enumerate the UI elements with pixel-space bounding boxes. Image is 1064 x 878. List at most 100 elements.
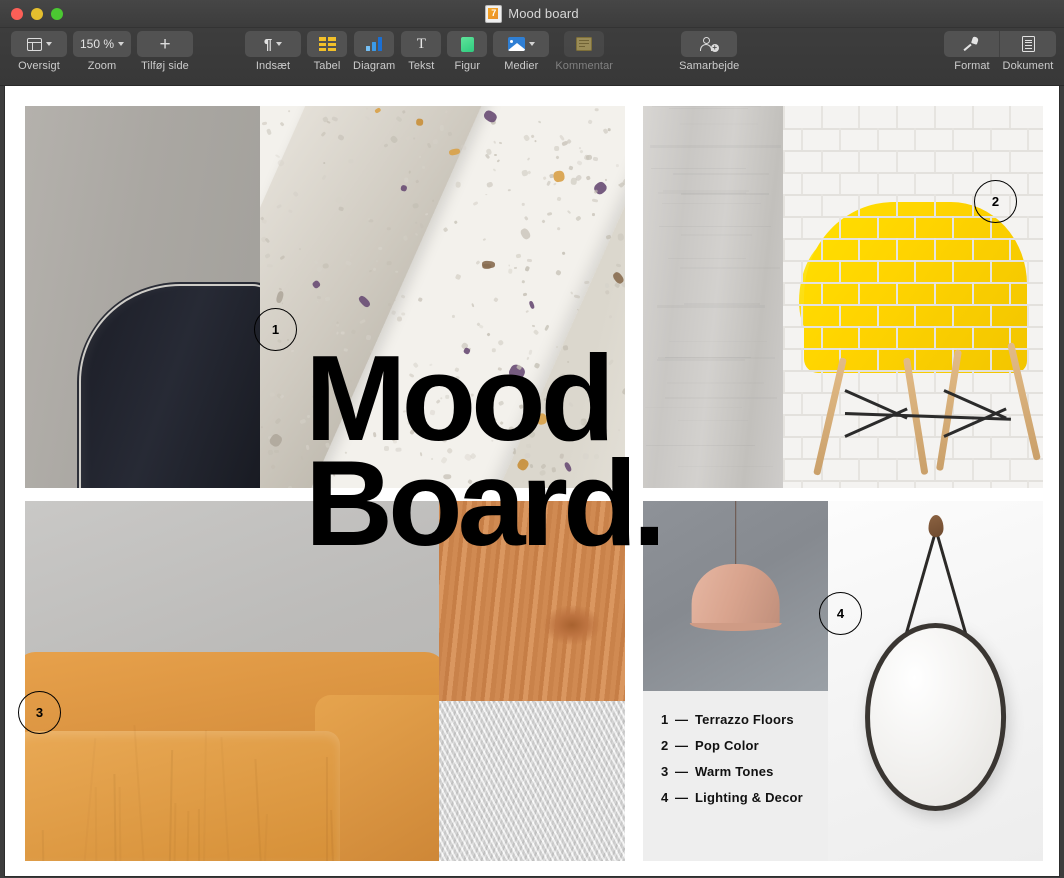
toolbar-group-right: Format Dokument (944, 31, 1056, 72)
mood-board-grid: 1 — Terrazzo Floors 2 — Pop Color 3 — (25, 106, 1043, 861)
toolbar-item-dokument[interactable]: Dokument (1000, 31, 1056, 72)
legend-dash: — (675, 739, 695, 752)
toolbar-item-diagram[interactable]: Diagram (353, 31, 395, 72)
legend-dash: — (675, 713, 695, 726)
image-yellow-chair-brick[interactable] (783, 106, 1043, 488)
image-grey-fur[interactable] (439, 701, 625, 861)
chart-button[interactable] (354, 31, 394, 57)
lamp-artwork (643, 501, 828, 691)
toolbar-item-figur[interactable]: Figur (447, 31, 487, 72)
image-concrete-wall-strip[interactable] (643, 106, 783, 488)
canvas-area[interactable]: 1 — Terrazzo Floors 2 — Pop Color 3 — (0, 86, 1064, 878)
table-button[interactable] (307, 31, 347, 57)
app-window: Mood board Oversigt 150 % Zoom (0, 0, 1064, 878)
media-button[interactable] (493, 31, 549, 57)
toolbar-item-tekst[interactable]: T Tekst (401, 31, 441, 72)
sofa-cushion-shape (25, 731, 340, 861)
badge-1[interactable]: 1 (254, 308, 297, 351)
dark-chair-artwork (25, 106, 260, 488)
legend-number: 1 (661, 713, 675, 726)
wood-artwork (439, 501, 625, 701)
toolbar-item-zoom[interactable]: 150 % Zoom (73, 31, 131, 72)
image-terrazzo-slab[interactable] (260, 106, 625, 488)
text-button[interactable]: T (401, 31, 441, 57)
insert-button[interactable]: ¶ (245, 31, 301, 57)
legend-dash: — (675, 791, 695, 804)
legend-number: 4 (661, 791, 675, 804)
toolbar-label-tilfoej-side: Tilføj side (141, 60, 189, 72)
sofa-artwork (25, 501, 439, 861)
image-tan-leather-sofa[interactable] (25, 501, 439, 861)
legend-panel[interactable]: 1 — Terrazzo Floors 2 — Pop Color 3 — (643, 691, 828, 861)
chevron-down-icon (118, 42, 124, 46)
legend-row: 3 — Warm Tones (661, 765, 828, 778)
toolbar-item-samarbejde[interactable]: + Samarbejde (679, 31, 739, 72)
toolbar-label-zoom: Zoom (88, 60, 117, 72)
legend-row: 1 — Terrazzo Floors (661, 713, 828, 726)
toolbar-label-medier: Medier (504, 60, 538, 72)
legend-label: Lighting & Decor (695, 791, 803, 804)
toolbar-label-dokument: Dokument (1003, 60, 1054, 72)
close-button[interactable] (11, 8, 23, 20)
bar-chart-icon (366, 37, 383, 51)
table-icon (319, 37, 336, 51)
legend-label: Terrazzo Floors (695, 713, 794, 726)
collaborate-button[interactable]: + (681, 31, 737, 57)
pilcrow-icon: ¶ (264, 37, 272, 52)
window-title-group: Mood board (0, 0, 1064, 27)
title-bar: Mood board (0, 0, 1064, 28)
lamp-shade-shape (691, 564, 780, 629)
chevron-down-icon (46, 42, 52, 46)
format-brush-icon (964, 36, 980, 52)
view-button[interactable] (11, 31, 67, 57)
text-t-icon: T (417, 37, 426, 52)
legend-label: Pop Color (695, 739, 759, 752)
plus-icon: + (159, 35, 170, 54)
lamp-cord-shape (735, 501, 737, 566)
toolbar-group-left: Oversigt 150 % Zoom + Tilføj side (8, 31, 196, 72)
comment-note-icon (576, 37, 592, 51)
image-wood-grain[interactable] (439, 501, 625, 701)
comment-button (564, 31, 604, 57)
legend-row: 2 — Pop Color (661, 739, 828, 752)
wood-knot-shape (543, 605, 601, 645)
chevron-down-icon (276, 42, 282, 46)
legend-list: 1 — Terrazzo Floors 2 — Pop Color 3 — (643, 691, 828, 804)
minimize-button[interactable] (31, 8, 43, 20)
document-page[interactable]: 1 — Terrazzo Floors 2 — Pop Color 3 — (5, 86, 1059, 876)
legend-number: 2 (661, 739, 675, 752)
toolbar-item-tilfoej-side[interactable]: + Tilføj side (137, 31, 193, 72)
toolbar-item-indsaet[interactable]: ¶ Indsæt (245, 31, 301, 72)
media-photo-icon (508, 37, 525, 51)
add-page-button[interactable]: + (137, 31, 193, 57)
zoom-button[interactable] (51, 8, 63, 20)
badge-3[interactable]: 3 (18, 691, 61, 734)
toolbar-label-kommentar: Kommentar (555, 60, 613, 72)
concrete-artwork (643, 106, 783, 488)
legend-dash: — (675, 765, 695, 778)
chevron-down-icon (529, 42, 535, 46)
toolbar-label-indsaet: Indsæt (256, 60, 290, 72)
toolbar-item-format[interactable]: Format (944, 31, 1000, 72)
toolbar-item-tabel[interactable]: Tabel (307, 31, 347, 72)
toolbar-label-tekst: Tekst (408, 60, 434, 72)
zoom-dropdown[interactable]: 150 % (73, 31, 131, 57)
format-button[interactable] (944, 31, 1000, 57)
badge-2[interactable]: 2 (974, 180, 1017, 223)
toolbar-item-medier[interactable]: Medier (493, 31, 549, 72)
badge-4[interactable]: 4 (819, 592, 862, 635)
legend-row: 4 — Lighting & Decor (661, 791, 828, 804)
toolbar-item-kommentar: Kommentar (555, 31, 613, 72)
view-panel-icon (27, 38, 42, 51)
image-dark-chair-grey-wall[interactable] (25, 106, 260, 488)
shape-square-icon (461, 37, 474, 52)
toolbar-label-diagram: Diagram (353, 60, 395, 72)
toolbar-item-oversigt[interactable]: Oversigt (11, 31, 67, 72)
image-pendant-lamp[interactable] (643, 501, 828, 691)
toolbar-label-format: Format (954, 60, 989, 72)
image-round-strap-mirror[interactable] (828, 501, 1043, 861)
collaborate-add-person-icon: + (700, 36, 719, 52)
window-title: Mood board (508, 6, 578, 21)
document-button[interactable] (1000, 31, 1056, 57)
shape-button[interactable] (447, 31, 487, 57)
